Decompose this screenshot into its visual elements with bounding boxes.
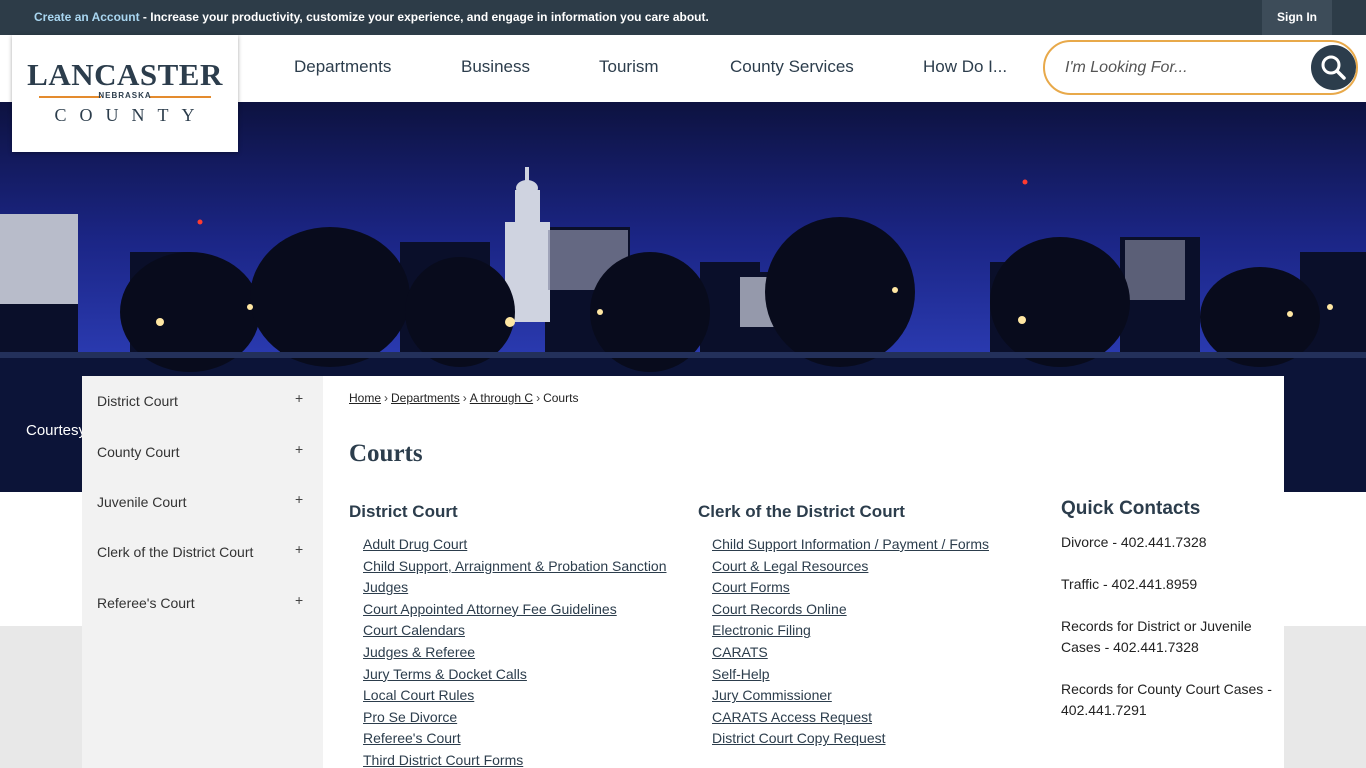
expand-icon[interactable]: + [295,592,303,608]
nav-county-services[interactable]: County Services [730,57,854,77]
breadcrumb-a-through-c[interactable]: A through C [470,391,533,405]
quick-contacts-title: Quick Contacts [1061,498,1201,519]
link-carats[interactable]: CARATS [712,642,989,664]
account-message-text: - Increase your productivity, customize … [139,10,709,24]
breadcrumb-current: Courts [543,391,579,405]
link-third-district-court-forms[interactable]: Third District Court Forms [363,750,683,768]
clerk-links: Child Support Information / Payment / Fo… [712,534,989,750]
link-pro-se-divorce[interactable]: Pro Se Divorce [363,707,683,729]
sidebar-item-clerk-of-the-district-court[interactable]: Clerk of the District Court + [82,527,323,577]
link-local-court-rules[interactable]: Local Court Rules [363,685,683,707]
sidebar-item-label: Juvenile Court [97,494,187,510]
breadcrumb-home[interactable]: Home [349,391,381,405]
link-court-records-online[interactable]: Court Records Online [712,599,989,621]
link-child-support-info[interactable]: Child Support Information / Payment / Fo… [712,534,989,556]
link-adult-drug-court[interactable]: Adult Drug Court [363,534,683,556]
sidebar-item-county-court[interactable]: County Court + [82,427,323,477]
nav-business[interactable]: Business [461,57,530,77]
district-court-links: Adult Drug Court Child Support, Arraignm… [363,534,683,768]
top-bar: Create an Account - Increase your produc… [0,0,1366,35]
search-icon [1321,55,1346,80]
sidebar-nav: District Court + County Court + Juvenile… [82,376,323,768]
link-self-help[interactable]: Self-Help [712,664,989,686]
link-referees-court[interactable]: Referee's Court [363,728,683,750]
county-logo[interactable]: LANCASTER NEBRASKA COUNTY [12,35,238,152]
breadcrumb-departments[interactable]: Departments [391,391,460,405]
sidebar-item-label: Referee's Court [97,595,195,611]
page-title: Courts [349,440,423,467]
breadcrumb-separator: › [462,391,467,405]
sidebar-item-juvenile-court[interactable]: Juvenile Court + [82,477,323,527]
logo-name: LANCASTER [27,57,223,92]
sidebar-item-label: District Court [97,393,178,409]
search-input[interactable] [1065,56,1305,80]
link-jury-terms[interactable]: Jury Terms & Docket Calls [363,664,683,686]
district-court-heading[interactable]: District Court [349,502,458,522]
expand-icon[interactable]: + [295,541,303,557]
expand-icon[interactable]: + [295,390,303,406]
contact-divorce: Divorce - 402.441.7328 [1061,534,1207,550]
link-child-support-arraignment[interactable]: Child Support, Arraignment & Probation S… [363,556,683,599]
contact-district-juvenile-records: Records for District or Juvenile Cases -… [1061,618,1252,655]
nav-how-do-i[interactable]: How Do I... [923,57,1007,77]
nav-departments[interactable]: Departments [294,57,391,77]
link-court-calendars[interactable]: Court Calendars [363,620,683,642]
sidebar-item-district-court[interactable]: District Court + [82,376,323,426]
sidebar-item-referees-court[interactable]: Referee's Court + [82,578,323,628]
link-court-legal-resources[interactable]: Court & Legal Resources [712,556,989,578]
expand-icon[interactable]: + [295,441,303,457]
photo-caption: Courtesy [26,422,87,439]
expand-icon[interactable]: + [295,491,303,507]
contact-county-court-records: Records for County Court Cases - 402.441… [1061,681,1272,718]
nav-tourism[interactable]: Tourism [599,57,659,77]
search-button[interactable] [1311,45,1356,90]
sign-in-button[interactable]: Sign In [1262,0,1332,35]
link-court-appointed-attorney-fee[interactable]: Court Appointed Attorney Fee Guidelines [363,599,683,621]
breadcrumb-separator: › [536,391,541,405]
logo-county: COUNTY [54,105,208,125]
create-account-link[interactable]: Create an Account [34,10,140,24]
link-carats-access-request[interactable]: CARATS Access Request [712,707,989,729]
breadcrumb: Home › Departments › A through C › Courts [349,391,578,405]
account-message: Create an Account - Increase your produc… [34,10,709,24]
contact-traffic: Traffic - 402.441.8959 [1061,576,1198,592]
sidebar-item-label: County Court [97,444,180,460]
link-judges-referee[interactable]: Judges & Referee [363,642,683,664]
clerk-heading[interactable]: Clerk of the District Court [698,502,905,522]
site-search [1043,40,1358,95]
breadcrumb-separator: › [384,391,389,405]
link-court-forms[interactable]: Court Forms [712,577,989,599]
main-content: Home › Departments › A through C › Courts Cour… [323,376,1284,768]
logo-state: NEBRASKA [98,91,152,100]
link-jury-commissioner[interactable]: Jury Commissioner [712,685,989,707]
link-district-court-copy-request[interactable]: District Court Copy Request [712,728,989,750]
link-electronic-filing[interactable]: Electronic Filing [712,620,989,642]
sidebar-item-label: Clerk of the District Court [97,544,254,560]
